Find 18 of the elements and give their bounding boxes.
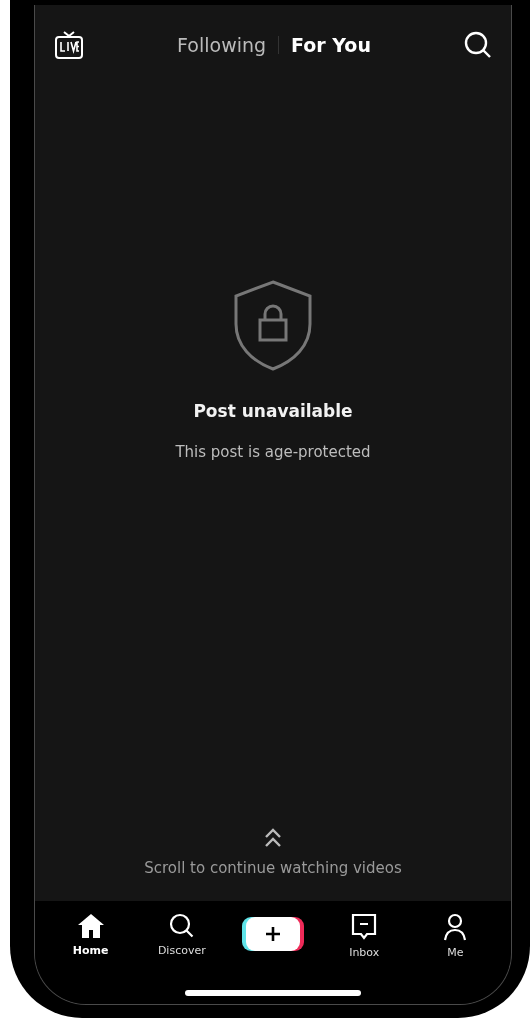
feed-tab[interactable]: Following [165,30,279,60]
message-icon [351,913,378,941]
search-icon[interactable] [463,30,493,60]
double-chevron-up-icon [263,827,283,849]
plus-icon [265,925,281,942]
nav-tab[interactable]: Home [45,913,137,960]
message-title: Post unavailable [193,400,353,423]
shield-lock-icon [233,279,313,371]
nav-tab[interactable]: Inbox [318,913,410,962]
person-icon [443,913,468,941]
scroll-hint: Scroll to continue watching videos [144,858,402,879]
nav-tab[interactable]: Discover [136,913,228,960]
message-subtitle: This post is age-protected [175,441,371,463]
live-tv-icon[interactable] [53,29,85,61]
search-icon [168,913,195,939]
nav-tab[interactable]: Me [409,913,501,962]
home-icon [76,913,105,939]
feed-tab[interactable]: For You [279,30,383,60]
